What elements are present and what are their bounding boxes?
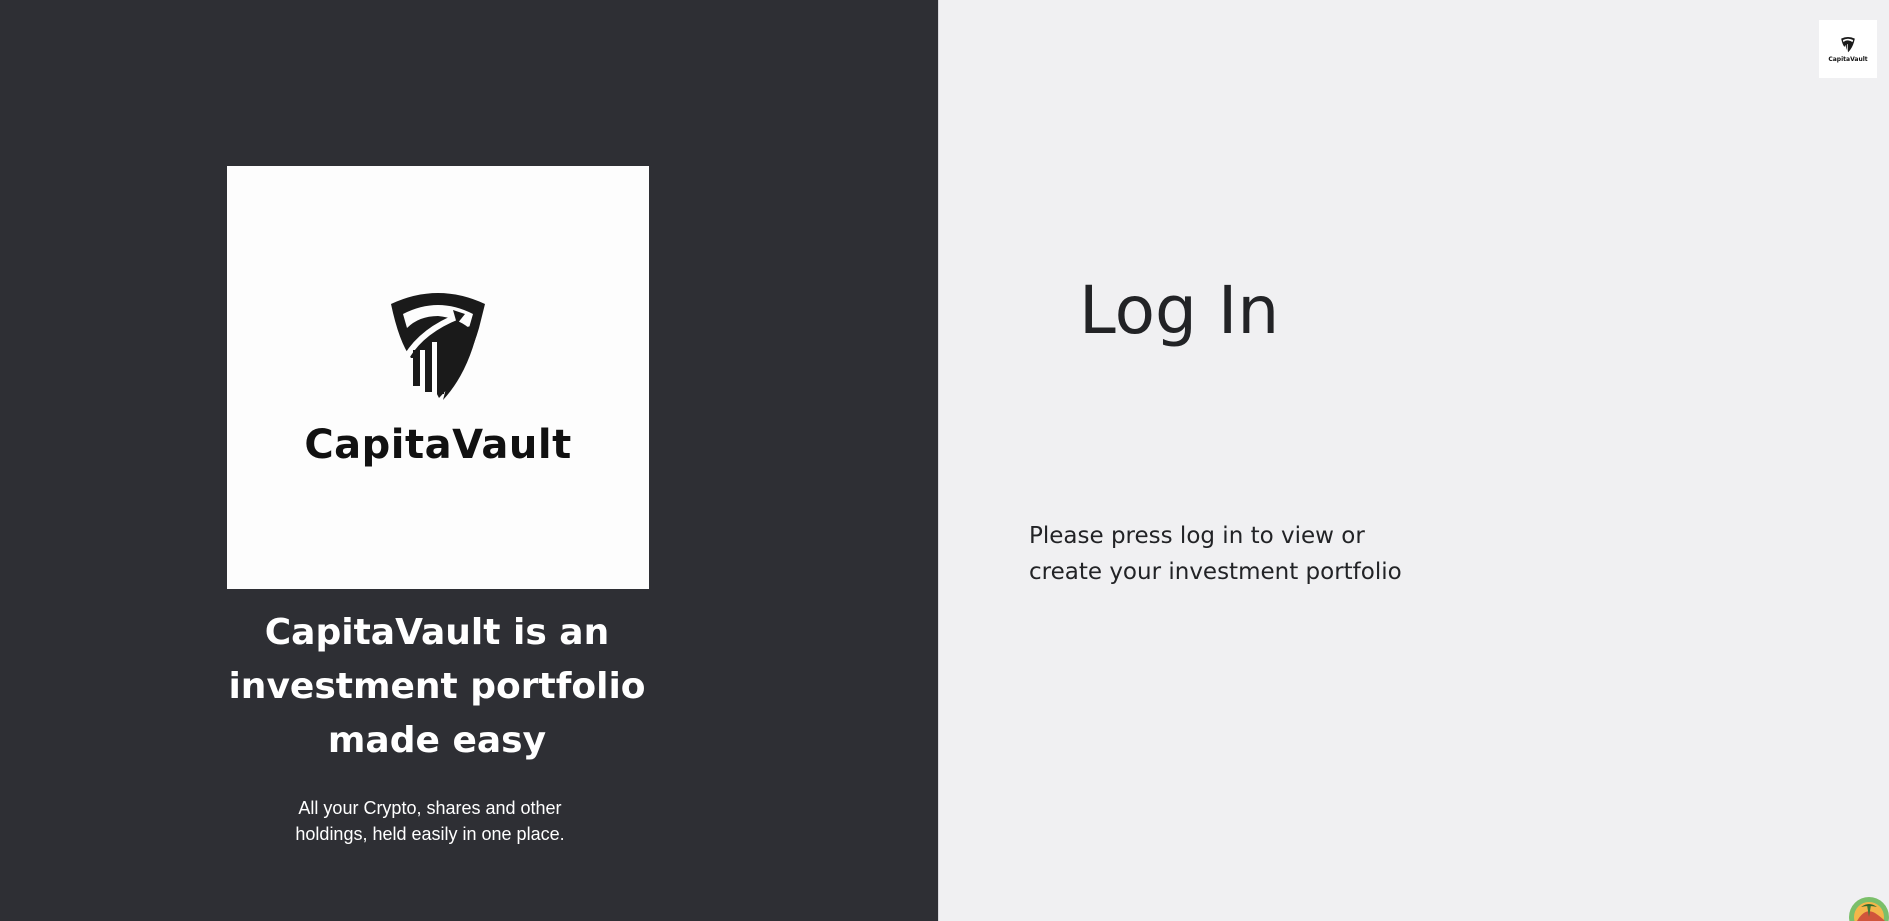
login-heading: Log In (1079, 272, 1280, 349)
floating-avatar-icon (1849, 897, 1889, 921)
brand-logo-card: CapitaVault (227, 166, 649, 589)
brand-logo-wordmark: CapitaVault (304, 421, 572, 468)
brand-panel: CapitaVault CapitaVault is an investment… (0, 0, 938, 921)
login-panel: CapitaVault Log In Please press log in t… (938, 0, 1889, 921)
brand-subtext: All your Crypto, shares and other holdin… (295, 798, 565, 844)
brand-tagline: CapitaVault is an investment portfolio m… (228, 612, 646, 761)
corner-logo-wordmark: CapitaVault (1828, 55, 1868, 63)
floating-avatar-button[interactable] (1845, 893, 1889, 921)
capitavault-shield-logo-icon (1841, 36, 1855, 52)
login-message: Please press log in to view or create yo… (1029, 523, 1402, 585)
corner-logo-button[interactable]: CapitaVault (1819, 20, 1877, 78)
capitavault-shield-logo-icon (391, 292, 485, 400)
login-page: CapitaVault CapitaVault is an investment… (0, 0, 1889, 921)
